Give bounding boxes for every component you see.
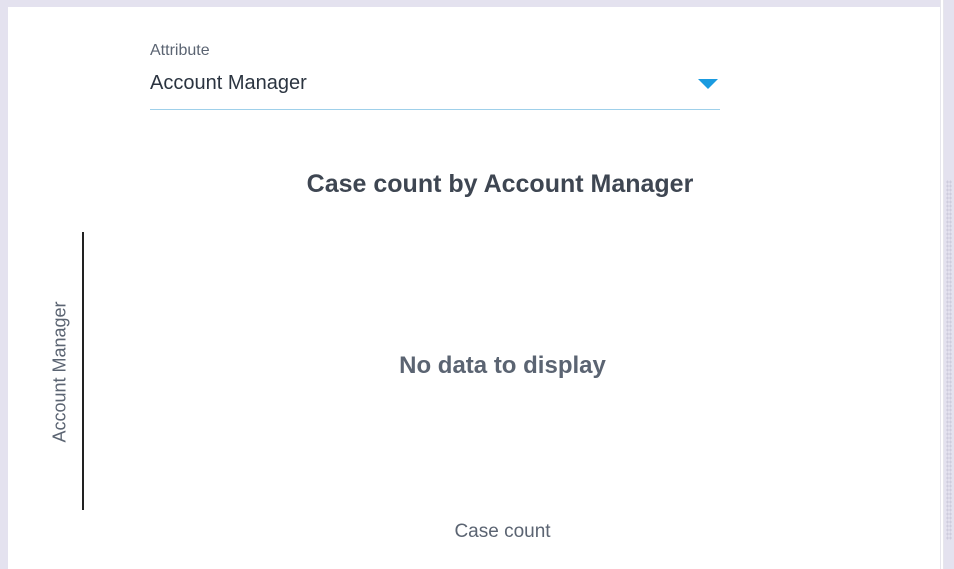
caret-down-icon[interactable]	[698, 79, 718, 89]
attribute-label: Attribute	[150, 42, 210, 59]
attribute-selected-value: Account Manager	[150, 72, 307, 94]
attribute-dropdown[interactable]: Account Manager	[150, 70, 720, 110]
no-data-message: No data to display	[399, 352, 606, 379]
y-axis-line	[82, 232, 84, 510]
x-axis-label: Case count	[454, 521, 551, 542]
chart-title: Case count by Account Manager	[306, 170, 694, 198]
resize-handle[interactable]	[946, 180, 952, 540]
y-axis-label: Account Manager	[49, 301, 70, 443]
